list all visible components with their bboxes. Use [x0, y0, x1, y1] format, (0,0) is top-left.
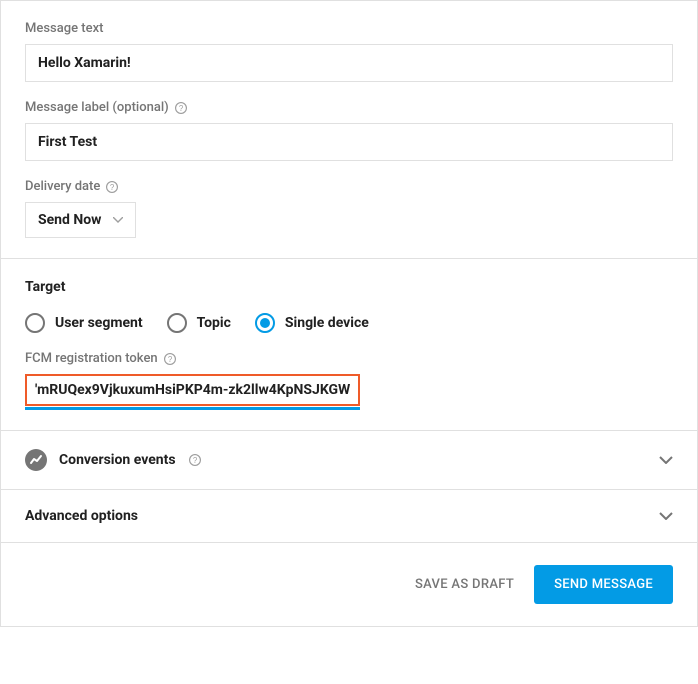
fcm-token-label-text: FCM registration token [25, 351, 158, 366]
target-title: Target [25, 279, 673, 295]
radio-user-segment[interactable]: User segment [25, 313, 143, 333]
radio-icon [25, 313, 45, 333]
delivery-date-select[interactable]: Send Now [25, 202, 136, 238]
fcm-token-label: FCM registration token ? [25, 351, 673, 366]
radio-label: User segment [55, 315, 143, 331]
message-text-label: Message text [25, 21, 673, 36]
target-section: Target User segment Topic Single device … [1, 258, 697, 430]
send-message-button[interactable]: SEND MESSAGE [534, 565, 673, 604]
svg-text:?: ? [167, 354, 172, 363]
conversion-icon [25, 449, 47, 471]
fcm-token-value: 'mRUQex9VjkuxumHsiPKP4m-zk2llw4KpNSJKGW [25, 374, 360, 406]
accordion-conversion-events[interactable]: Conversion events ? [1, 430, 697, 489]
help-icon[interactable]: ? [163, 352, 177, 366]
radio-label: Topic [197, 315, 231, 331]
radio-single-device[interactable]: Single device [255, 313, 369, 333]
message-label-field: Message label (optional) ? [25, 100, 673, 161]
save-draft-button[interactable]: SAVE AS DRAFT [415, 577, 514, 592]
accordion-title: Advanced options [25, 508, 138, 524]
fcm-token-field[interactable]: 'mRUQex9VjkuxumHsiPKP4m-zk2llw4KpNSJKGW [25, 374, 360, 410]
target-radio-group: User segment Topic Single device [25, 313, 673, 333]
help-icon[interactable]: ? [174, 101, 188, 115]
message-label-input[interactable] [25, 123, 673, 161]
radio-label: Single device [285, 315, 369, 331]
accordion-title: Conversion events [59, 452, 176, 468]
message-section: Message text Message label (optional) ? … [1, 1, 697, 258]
message-text-field: Message text [25, 21, 673, 82]
chevron-down-icon [659, 512, 673, 520]
svg-text:?: ? [110, 182, 115, 191]
radio-topic[interactable]: Topic [167, 313, 231, 333]
delivery-date-value: Send Now [38, 212, 101, 228]
message-text-input[interactable] [25, 44, 673, 82]
message-label-text: Message label (optional) [25, 100, 169, 115]
help-icon[interactable]: ? [105, 180, 119, 194]
radio-icon [255, 313, 275, 333]
accordion-advanced-options[interactable]: Advanced options [1, 489, 697, 542]
svg-text:?: ? [179, 103, 184, 112]
svg-text:?: ? [192, 456, 197, 465]
radio-icon [167, 313, 187, 333]
help-icon[interactable]: ? [188, 453, 202, 467]
delivery-date-label: Delivery date ? [25, 179, 673, 194]
delivery-date-field: Delivery date ? Send Now [25, 179, 673, 238]
message-label-label: Message label (optional) ? [25, 100, 673, 115]
chevron-down-icon [113, 217, 123, 223]
chevron-down-icon [659, 456, 673, 464]
actions-bar: SAVE AS DRAFT SEND MESSAGE [1, 542, 697, 626]
delivery-date-text: Delivery date [25, 179, 100, 194]
